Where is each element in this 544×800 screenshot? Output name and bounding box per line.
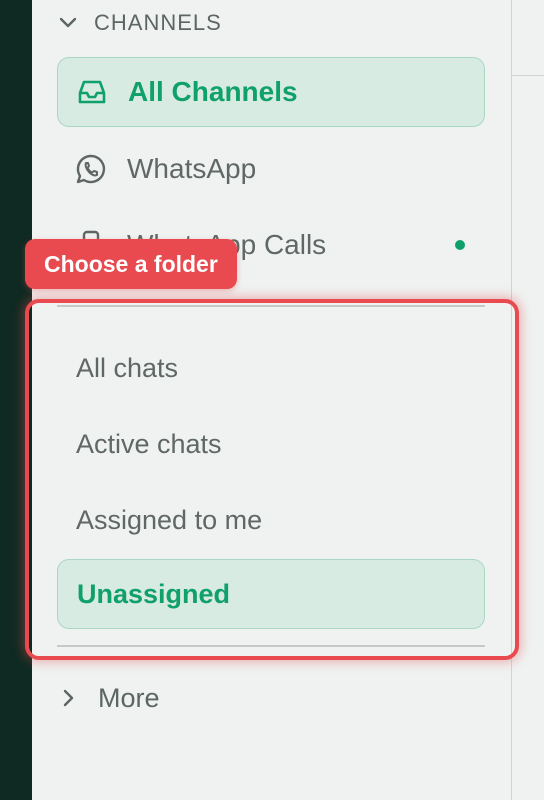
main-pane <box>512 0 544 800</box>
folder-item-label: Assigned to me <box>76 504 263 535</box>
folder-item-all-chats[interactable]: All chats <box>57 333 485 403</box>
folder-divider-bottom <box>57 645 485 647</box>
folder-item-label: Unassigned <box>77 578 231 609</box>
chevron-down-icon <box>56 11 80 35</box>
app-rail <box>0 0 32 800</box>
channels-section-title: CHANNELS <box>94 10 222 35</box>
folder-divider-top <box>57 305 485 307</box>
header-divider <box>512 75 544 76</box>
status-dot <box>455 240 465 250</box>
folder-item-label: Active chats <box>76 428 222 459</box>
folder-item-active-chats[interactable]: Active chats <box>57 409 485 479</box>
channel-item-label: WhatsApp <box>127 153 257 184</box>
inbox-icon <box>76 76 108 108</box>
more-label: More <box>98 682 160 713</box>
folder-item-assigned-to-me[interactable]: Assigned to me <box>57 485 485 555</box>
choose-folder-callout: Choose a folder <box>25 239 237 289</box>
folder-item-unassigned[interactable]: Unassigned <box>57 559 485 629</box>
folder-item-label: All chats <box>76 352 179 383</box>
channel-item-all-channels[interactable]: All Channels <box>57 57 485 127</box>
more-toggle[interactable]: More <box>58 680 160 716</box>
channels-section-toggle[interactable]: CHANNELS <box>56 6 222 40</box>
channel-item-whatsapp[interactable]: WhatsApp <box>57 134 485 204</box>
whatsapp-icon <box>75 153 107 185</box>
chevron-right-icon <box>58 686 78 710</box>
channel-item-label: All Channels <box>128 76 298 107</box>
